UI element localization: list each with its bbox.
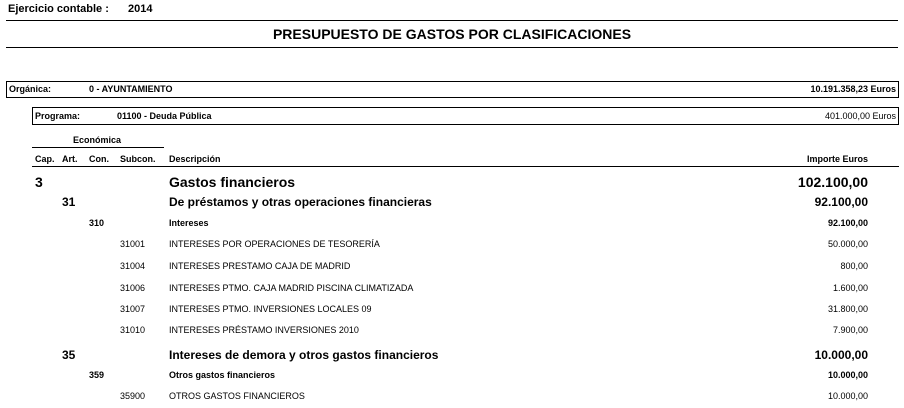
row-amount: 10.000,00 [827,370,868,380]
header-divider-top [6,20,898,21]
row-description: INTERESES PRÉSTAMO INVERSIONES 2010 [169,325,359,335]
row-description: Intereses de demora y otros gastos finan… [169,348,439,362]
row-description: INTERESES POR OPERACIONES DE TESORERÍA [169,239,380,249]
fiscal-year-value: 2014 [128,3,153,15]
column-header-subcon: Subcon. [120,154,156,164]
row-amount: 31.800,00 [827,304,868,314]
column-header-amount: Importe Euros [806,154,868,164]
row-code: 359 [89,370,105,380]
economica-group-header: Económica [73,135,122,145]
economica-group-underline [32,147,164,148]
page-title: PRESUPUESTO DE GASTOS POR CLASIFICACIONE… [272,26,632,42]
fiscal-year-label: Ejercicio contable : [8,3,109,15]
programa-label: Programa: [35,111,81,121]
row-amount: 800,00 [840,261,868,271]
row-amount: 1.600,00 [832,283,868,293]
row-description: Intereses [169,218,209,228]
row-amount: 92.100,00 [814,195,868,209]
programa-value: 01100 - Deuda Pública [117,111,212,121]
organica-value: 0 - AYUNTAMIENTO [89,84,173,94]
column-header-underline [32,166,899,167]
row-code: 31 [62,195,76,209]
row-amount: 7.900,00 [832,325,868,335]
row-code: 31006 [120,283,146,293]
row-amount: 50.000,00 [827,239,868,249]
row-code: 31001 [120,239,146,249]
programa-amount: 401.000,00 Euros [824,111,896,121]
organica-label: Orgánica: [9,84,52,94]
row-code: 31007 [120,304,146,314]
row-code: 31004 [120,261,146,271]
row-description: INTERESES PTMO. CAJA MADRID PISCINA CLIM… [169,283,414,293]
row-description: De préstamos y otras operaciones financi… [169,195,432,209]
column-header-cap: Cap. [35,154,55,164]
row-description: INTERESES PRESTAMO CAJA DE MADRID [169,261,351,271]
row-description: Otros gastos financieros [169,370,276,380]
row-amount: 10.000,00 [814,348,868,362]
organica-amount: 10.191.358,23 Euros [810,84,896,94]
row-code: 3 [35,174,43,190]
row-description: Gastos financieros [169,174,296,190]
row-amount: 92.100,00 [827,218,868,228]
row-code: 31010 [120,325,146,335]
row-code: 35 [62,348,76,362]
header-divider-bottom [6,47,898,48]
row-amount: 10.000,00 [827,391,868,401]
row-amount: 102.100,00 [797,174,868,190]
column-header-con: Con. [89,154,109,164]
row-description: OTROS GASTOS FINANCIEROS [169,391,305,401]
column-header-art: Art. [62,154,78,164]
row-code: 35900 [120,391,146,401]
row-code: 310 [89,218,105,228]
column-header-description: Descripción [169,154,221,164]
row-description: INTERESES PTMO. INVERSIONES LOCALES 09 [169,304,372,314]
